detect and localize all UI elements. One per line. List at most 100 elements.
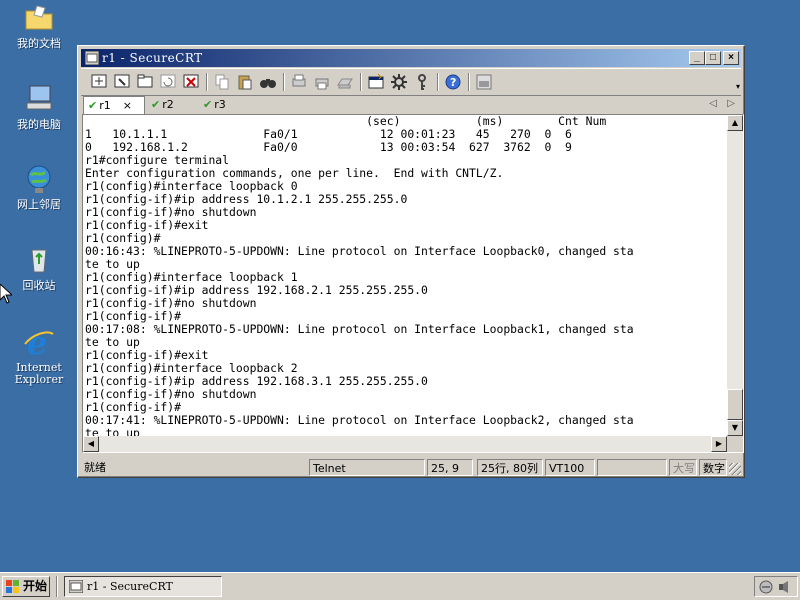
minimize-button[interactable]: _: [689, 51, 705, 65]
desktop-icon-internet-explorer[interactable]: e Internet Explorer: [0, 324, 78, 386]
printer-button[interactable]: [335, 72, 355, 92]
terminal-line: 00:17:08: %LINEPROTO-5-UPDOWN: Line prot…: [85, 322, 634, 336]
securecrt-window: r1 - SecureCRT _ □ × ? ▾ ✔ r1 × ✔ r2 ✔ r…: [77, 45, 745, 478]
key-agent-button[interactable]: [412, 72, 432, 92]
status-ready: 就绪: [84, 461, 106, 474]
status-cursor-position: 25, 9: [427, 459, 473, 476]
binoculars-icon: [260, 79, 276, 88]
terminal-line: r1(config-if)#no shutdown: [85, 296, 257, 310]
connect-button[interactable]: [89, 72, 109, 92]
scroll-down-button[interactable]: ▼: [727, 420, 743, 436]
window-title: r1 - SecureCRT: [102, 51, 203, 65]
find-button[interactable]: [258, 72, 278, 92]
taskbar-button-securecrt[interactable]: r1 - SecureCRT: [64, 576, 222, 597]
start-button[interactable]: 开始: [2, 576, 50, 597]
desktop-icon-network[interactable]: 网上邻居: [0, 163, 78, 211]
paste-icon: [238, 75, 252, 90]
copy-button[interactable]: [212, 72, 232, 92]
desktop-icon-label: 我的文档: [17, 37, 61, 50]
scroll-up-button[interactable]: ▲: [727, 115, 743, 131]
quick-connect-button[interactable]: [112, 72, 132, 92]
close-button[interactable]: ×: [723, 51, 739, 65]
toolbar-separator: [206, 73, 208, 91]
help-button[interactable]: ?: [443, 72, 463, 92]
desktop-icon-label: Internet Explorer: [14, 361, 64, 386]
print-button[interactable]: [289, 72, 309, 92]
resize-grip-icon[interactable]: [729, 463, 741, 475]
toolbar-separator: [437, 73, 439, 91]
system-tray: [754, 576, 798, 597]
gear-icon: [391, 74, 407, 90]
toolbar-separator: [468, 73, 470, 91]
toolbar-separator: [360, 73, 362, 91]
tray-volume-icon[interactable]: [777, 579, 793, 595]
securecrt-task-icon: [69, 580, 83, 593]
terminal[interactable]: (sec) (ms) Cnt Num 1 10.1.1.1 Fa0/1 12 00…: [82, 114, 744, 453]
status-emulation: VT100: [545, 459, 595, 476]
connected-check-icon: ✔: [203, 98, 213, 111]
connected-check-icon: ✔: [88, 99, 98, 112]
scroll-left-button[interactable]: ◀: [83, 436, 99, 452]
print-icon: [292, 74, 306, 87]
key-icon: [418, 74, 426, 90]
status-num-lock: 数字: [699, 459, 727, 476]
tab-r3[interactable]: ✔ r3: [199, 96, 235, 114]
terminal-line: 00:16:43: %LINEPROTO-5-UPDOWN: Line prot…: [85, 244, 634, 258]
connect-icon: [91, 74, 107, 88]
toolbar-chevron-icon[interactable]: ▾: [736, 83, 740, 91]
tab-label: r3: [214, 98, 226, 111]
session-options-icon: [368, 73, 384, 89]
scrollbar-corner: [727, 436, 743, 452]
internet-explorer-icon: e: [23, 324, 55, 362]
tab-r1[interactable]: ✔ r1 ×: [83, 96, 145, 114]
terminal-line: 00:17:41: %LINEPROTO-5-UPDOWN: Line prot…: [85, 413, 634, 427]
tab-scroll-left-icon[interactable]: ◁: [709, 98, 717, 109]
recycle-bin-icon: [23, 244, 55, 276]
terminal-line: te to up: [85, 426, 140, 437]
horizontal-scrollbar[interactable]: ◀ ▶: [83, 436, 727, 452]
disconnect-icon: [183, 74, 199, 88]
status-bar: 就绪 Telnet 25, 9 25行, 80列 VT100 大写 数字: [81, 457, 741, 477]
session-tabs: ✔ r1 × ✔ r2 ✔ r3 ◁ ▷: [81, 95, 741, 115]
desktop-icon-my-documents[interactable]: 我的文档: [0, 2, 78, 50]
windows-flag-icon: [6, 580, 19, 593]
tab-r2[interactable]: ✔ r2: [147, 96, 183, 114]
network-globe-icon: [23, 163, 55, 195]
svg-text:?: ?: [450, 76, 456, 89]
session-options-button[interactable]: [366, 72, 386, 92]
status-blank: [597, 459, 667, 476]
status-terminal-size: 25行, 80列: [477, 459, 543, 476]
window-titlebar[interactable]: r1 - SecureCRT _ □ ×: [81, 49, 741, 67]
help-icon: ?: [445, 74, 461, 90]
paste-button[interactable]: [235, 72, 255, 92]
connect-tab-icon: [137, 74, 153, 88]
terminal-line: r1(config-if)#no shutdown: [85, 387, 257, 401]
vertical-scrollbar[interactable]: ▲ ▼: [727, 115, 743, 436]
reconnect-icon: [160, 74, 176, 88]
desktop-icon-label: 网上邻居: [17, 198, 61, 211]
desktop-icon-label: 我的电脑: [17, 118, 61, 131]
scroll-right-button[interactable]: ▶: [711, 436, 727, 452]
desktop-icon-my-computer[interactable]: 我的电脑: [0, 83, 78, 131]
disconnect-button[interactable]: [181, 72, 201, 92]
computer-icon: [23, 83, 55, 115]
start-label: 开始: [23, 579, 48, 593]
print-selection-button[interactable]: [312, 72, 332, 92]
tab-scroll-right-icon[interactable]: ▷: [727, 98, 735, 109]
vertical-scroll-thumb[interactable]: [727, 389, 743, 420]
mouse-cursor-icon: [0, 283, 14, 307]
tab-close-icon[interactable]: ×: [123, 99, 132, 112]
tray-network-icon[interactable]: [758, 579, 774, 595]
print-selection-icon: [315, 78, 329, 90]
securecrt-app-icon: [84, 50, 100, 66]
reconnect-button[interactable]: [158, 72, 178, 92]
tab-label: r1: [99, 99, 111, 112]
connect-tab-button[interactable]: [135, 72, 155, 92]
folder-icon: [23, 2, 55, 34]
command-window-icon: [476, 74, 492, 90]
svg-text:e: e: [27, 326, 47, 358]
global-options-button[interactable]: [389, 72, 409, 92]
terminal-output[interactable]: (sec) (ms) Cnt Num 1 10.1.1.1 Fa0/1 12 00…: [85, 115, 728, 436]
command-window-button[interactable]: [474, 72, 494, 92]
maximize-button[interactable]: □: [705, 51, 721, 65]
